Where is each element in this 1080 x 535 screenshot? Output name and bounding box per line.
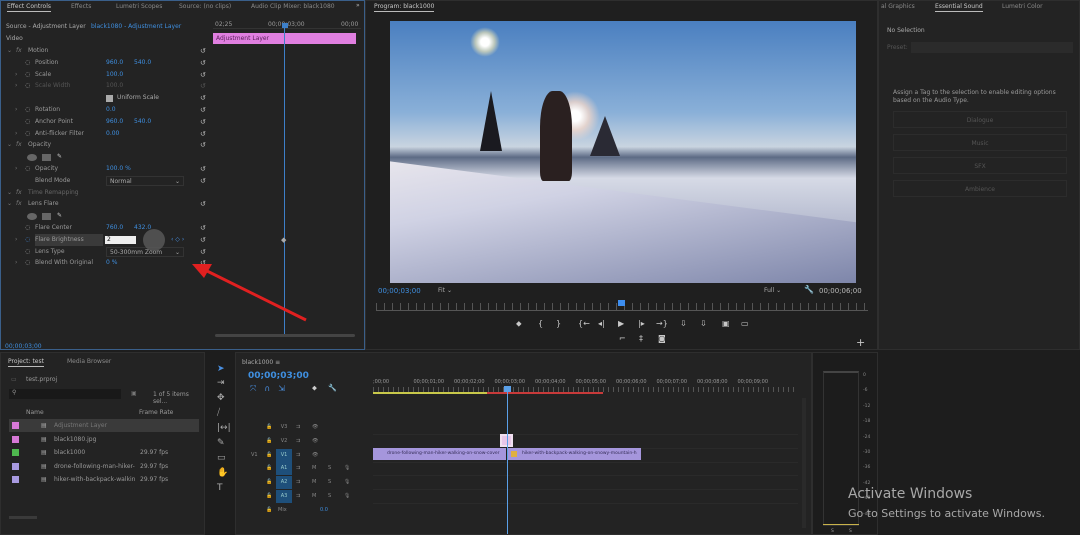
red-arrow-annotation [192, 264, 307, 322]
activate-windows-subtitle: Go to Settings to activate Windows. [848, 507, 1046, 520]
activate-windows-title: Activate Windows [848, 486, 973, 502]
